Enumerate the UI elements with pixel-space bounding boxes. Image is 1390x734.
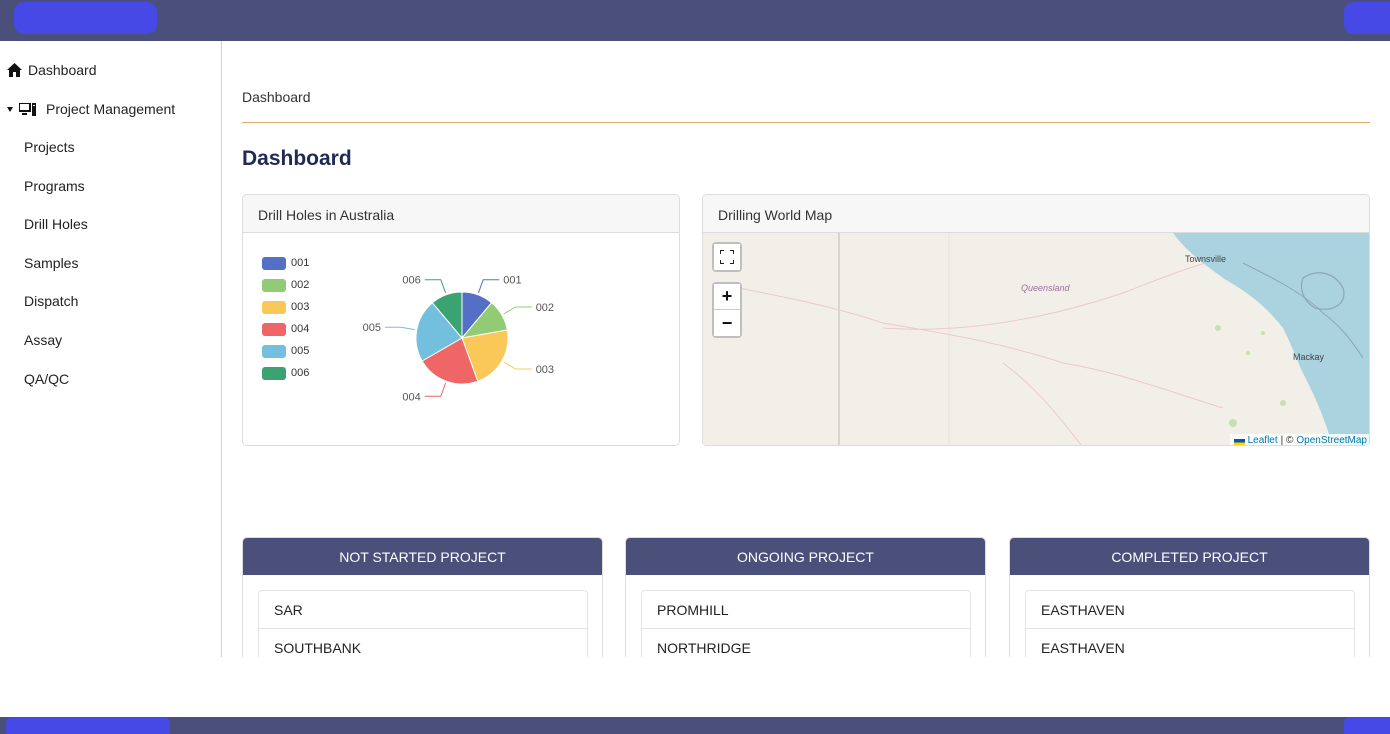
sidebar-item-label: Dispatch [24, 293, 79, 309]
pie-label-line [477, 279, 500, 294]
pie-data-label: 006 [402, 275, 420, 287]
sidebar-item-projects[interactable]: Projects [0, 132, 221, 162]
list-item[interactable]: SAR [259, 591, 587, 629]
pie-data-label: 001 [503, 275, 521, 287]
divider [242, 122, 1370, 123]
fullscreen-icon[interactable] [714, 244, 740, 270]
map[interactable]: Queensland Townsville Mackay + − Leaflet… [703, 233, 1369, 446]
osm-link[interactable]: OpenStreetMap [1296, 435, 1367, 445]
map-label-region: Queensland [1021, 283, 1070, 293]
project-list: SAR SOUTHBANK [258, 590, 588, 657]
card-header: NOT STARTED PROJECT [243, 538, 602, 575]
pie-data-label: 003 [536, 364, 554, 376]
sidebar-item-project-management[interactable]: Project Management [0, 94, 221, 124]
map-attribution: Leaflet | © OpenStreetMap [1229, 434, 1369, 446]
main-content: Dashboard Dashboard Drill Holes in Austr… [242, 41, 1370, 657]
map-label-city: Townsville [1185, 254, 1227, 264]
sidebar-item-programs[interactable]: Programs [0, 171, 221, 201]
pie-data-label: 005 [363, 322, 381, 334]
sidebar-item-label: Assay [24, 332, 63, 348]
project-list: EASTHAVEN EASTHAVEN [1025, 590, 1355, 657]
sidebar-item-dashboard[interactable]: Dashboard [0, 55, 221, 85]
sidebar: Dashboard Project Management Projects Pr… [0, 41, 222, 657]
footer-left [6, 717, 170, 734]
list-item[interactable]: PROMHILL [642, 591, 970, 629]
home-icon [6, 63, 22, 77]
caret-down-icon [6, 106, 14, 112]
list-item[interactable]: SOUTHBANK [259, 629, 587, 657]
map-label-city: Mackay [1293, 352, 1325, 362]
sidebar-item-label: Dashboard [28, 62, 97, 78]
card-title: Drill Holes in Australia [243, 195, 679, 233]
project-list: PROMHILL NORTHRIDGE [641, 590, 971, 657]
pie-data-label: 004 [402, 391, 420, 403]
pie-chart: 001 002 003 004 005 006 [363, 275, 554, 404]
list-item[interactable]: EASTHAVEN [1026, 629, 1354, 657]
footer-right [1344, 717, 1390, 734]
zoom-in-button[interactable]: + [714, 284, 740, 310]
pie-label-line [424, 279, 447, 294]
pie-label-line [503, 306, 532, 315]
not-started-project-card: NOT STARTED PROJECT SAR SOUTHBANK [242, 537, 603, 657]
pie-data-label: 002 [536, 302, 554, 314]
sidebar-item-label: Project Management [46, 101, 176, 117]
page-title: Dashboard [242, 147, 352, 170]
ukraine-flag-icon [1233, 438, 1245, 445]
drill-holes-chart-card: Drill Holes in Australia 001 002 003 004 005… [242, 194, 680, 446]
attribution-separator: | © [1280, 435, 1294, 446]
fullscreen-control[interactable] [712, 242, 742, 272]
sidebar-item-label: QA/QC [24, 371, 70, 387]
sidebar-item-assay[interactable]: Assay [0, 325, 221, 355]
card-title: Drilling World Map [703, 195, 1369, 233]
sidebar-item-label: Samples [24, 255, 79, 271]
top-navbar [0, 0, 1390, 41]
card-header: ONGOING PROJECT [626, 538, 985, 575]
user-menu[interactable] [1344, 2, 1390, 34]
brand-logo[interactable] [14, 2, 157, 34]
pie-label-line [424, 382, 447, 397]
desktop-icon [18, 102, 36, 116]
pie-label-line [384, 326, 415, 331]
card-header: COMPLETED PROJECT [1010, 538, 1369, 575]
sidebar-item-qaqc[interactable]: QA/QC [0, 364, 221, 394]
list-item[interactable]: NORTHRIDGE [642, 629, 970, 657]
pie-label-line [503, 361, 532, 370]
sidebar-item-label: Programs [24, 178, 85, 194]
breadcrumb: Dashboard [242, 89, 311, 105]
map-tiles [703, 233, 1369, 445]
sidebar-item-label: Projects [24, 139, 75, 155]
zoom-control: + − [712, 282, 742, 338]
sidebar-item-drill-holes[interactable]: Drill Holes [0, 209, 221, 239]
drilling-map-card: Drilling World Map Queensland Townsville [702, 194, 1370, 446]
list-item[interactable]: EASTHAVEN [1026, 591, 1354, 629]
sidebar-item-dispatch[interactable]: Dispatch [0, 286, 221, 316]
sidebar-item-label: Drill Holes [24, 216, 88, 232]
leaflet-link[interactable]: Leaflet [1248, 435, 1278, 445]
footer [0, 717, 1390, 734]
completed-project-card: COMPLETED PROJECT EASTHAVEN EASTHAVEN [1009, 537, 1370, 657]
ongoing-project-card: ONGOING PROJECT PROMHILL NORTHRIDGE [625, 537, 986, 657]
zoom-out-button[interactable]: − [714, 310, 740, 336]
sidebar-item-samples[interactable]: Samples [0, 248, 221, 278]
